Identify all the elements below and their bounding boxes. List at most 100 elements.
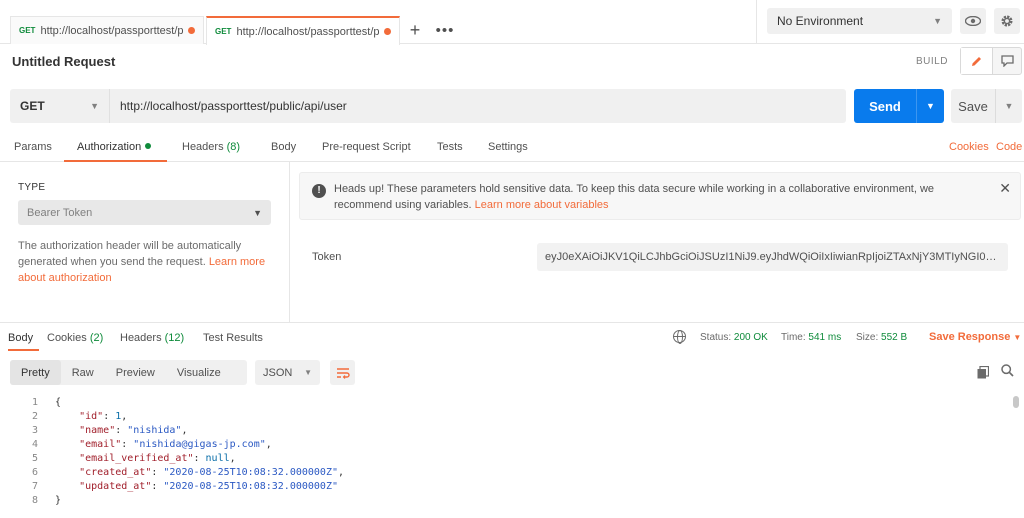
response-headers-label: Headers — [120, 332, 162, 344]
method-select[interactable]: GET ▼ — [10, 89, 110, 123]
view-visualize[interactable]: Visualize — [166, 360, 232, 385]
response-cookies-label: Cookies — [47, 332, 87, 344]
code-line: 5 "email_verified_at": null, — [0, 452, 1012, 466]
search-icon[interactable] — [1001, 364, 1014, 380]
code-line: 2 "id": 1, — [0, 410, 1012, 424]
request-config-tabs: Params Authorization Headers (8) Body Pr… — [0, 134, 1024, 162]
new-tab-plus-icon[interactable]: + — [404, 16, 426, 44]
tab-settings[interactable]: Settings — [488, 134, 528, 162]
save-button-group: Save ▼ — [951, 89, 1022, 123]
status-value: 200 OK — [733, 332, 768, 343]
chevron-down-icon: ▼ — [304, 368, 312, 377]
learn-more-variables-link[interactable]: Learn more about variables — [475, 199, 609, 211]
tab-body[interactable]: Body — [271, 134, 296, 162]
request-title[interactable]: Untitled Request — [12, 54, 115, 69]
line-number: 4 — [31, 439, 38, 450]
chevron-down-icon: ▼ — [1013, 333, 1022, 342]
json-key: "email_verified_at" — [79, 453, 194, 464]
close-icon[interactable]: ✕ — [999, 180, 1011, 197]
auth-type-label: TYPE — [18, 182, 46, 193]
auth-description-text: The authorization header will be automat… — [18, 240, 242, 268]
auth-type-select[interactable]: Bearer Token ▼ — [18, 200, 271, 225]
edit-pencil-icon[interactable] — [961, 48, 993, 74]
cookies-link[interactable]: Cookies — [949, 134, 989, 162]
json-value: "nishida@gigas-jp.com" — [133, 439, 266, 450]
request-tab[interactable]: GET http://localhost/passporttest/p... — [10, 16, 204, 44]
auth-description: The authorization header will be automat… — [18, 238, 278, 286]
comments-icon[interactable] — [993, 48, 1021, 74]
status-label: Status: — [700, 332, 732, 343]
active-dot-icon — [145, 143, 152, 150]
response-body-editor[interactable]: 1{ 2 "id": 1, 3 "name": "nishida", 4 "em… — [0, 396, 1012, 518]
json-key: "updated_at" — [79, 481, 152, 492]
time-label: Time: — [781, 332, 806, 343]
more-tabs-ellipsis-icon[interactable]: ••• — [432, 16, 458, 44]
method-value: GET — [20, 99, 45, 113]
code-line: 4 "email": "nishida@gigas-jp.com", — [0, 438, 1012, 452]
chevron-down-icon: ▼ — [933, 16, 942, 26]
request-tab-active[interactable]: GET http://localhost/passporttest/p... — [206, 16, 400, 45]
tab-tests[interactable]: Tests — [437, 134, 463, 162]
code-line: 6 "created_at": "2020-08-25T10:08:32.000… — [0, 466, 1012, 480]
view-pretty[interactable]: Pretty — [10, 360, 61, 385]
tab-authorization-label: Authorization — [77, 141, 142, 153]
json-key: "email" — [79, 439, 122, 450]
tab-method: GET — [19, 26, 36, 35]
environment-select[interactable]: No Environment ▼ — [767, 8, 952, 34]
environment-value: No Environment — [777, 14, 864, 28]
wrap-lines-icon[interactable] — [330, 360, 355, 385]
globe-icon[interactable] — [673, 330, 686, 344]
format-value: JSON — [263, 366, 293, 379]
line-number: 7 — [31, 481, 38, 492]
response-headers-count: (12) — [164, 332, 185, 344]
json-value: "nishida" — [127, 425, 182, 436]
response-tab-headers[interactable]: Headers (12) — [120, 323, 184, 351]
environment-quick-look-eye-icon[interactable] — [960, 8, 986, 34]
time-readout: Time: 541 ms — [781, 332, 841, 343]
tab-authorization[interactable]: Authorization — [64, 134, 167, 162]
json-key: "name" — [79, 425, 116, 436]
tab-pre-request-script[interactable]: Pre-request Script — [322, 134, 411, 162]
send-button[interactable]: Send — [854, 89, 916, 123]
copy-icon[interactable] — [977, 365, 990, 382]
send-button-group: Send ▼ — [854, 89, 944, 123]
response-tab-cookies[interactable]: Cookies (2) — [47, 323, 103, 351]
manage-environments-gear-icon[interactable] — [994, 8, 1020, 34]
size-value: 552 B — [881, 332, 908, 343]
code-line: 7 "updated_at": "2020-08-25T10:08:32.000… — [0, 480, 1012, 494]
line-number: 8 — [31, 495, 38, 506]
save-response-button[interactable]: Save Response ▼ — [929, 331, 1021, 343]
token-input[interactable]: eyJ0eXAiOiJKV1QiLCJhbGciOiJSUzI1NiJ9.eyJ… — [537, 243, 1008, 271]
view-raw[interactable]: Raw — [61, 360, 105, 385]
format-select[interactable]: JSON ▼ — [255, 360, 320, 385]
tab-method: GET — [215, 27, 232, 36]
chevron-down-icon: ▼ — [90, 101, 99, 111]
auth-type-value: Bearer Token — [27, 206, 93, 219]
save-response-label: Save Response — [929, 331, 1011, 343]
line-number: 3 — [31, 425, 38, 436]
tab-params[interactable]: Params — [14, 134, 52, 162]
view-preview[interactable]: Preview — [105, 360, 166, 385]
divider — [756, 0, 757, 44]
scrollbar-thumb[interactable] — [1013, 396, 1019, 408]
response-tab-body[interactable]: Body — [8, 323, 39, 351]
tab-headers-label: Headers — [182, 141, 224, 153]
alert-text: Heads up! These parameters hold sensitiv… — [334, 183, 935, 211]
unsaved-dot-icon — [188, 27, 195, 34]
code-text: { — [55, 397, 62, 408]
tab-url: http://localhost/passporttest/p... — [40, 24, 185, 37]
save-button[interactable]: Save — [951, 89, 995, 123]
send-options-chevron-down-icon[interactable]: ▼ — [916, 89, 944, 123]
unsaved-dot-icon — [384, 28, 391, 35]
size-readout: Size: 552 B — [856, 332, 907, 343]
code-link[interactable]: Code — [996, 134, 1022, 162]
build-mode-label: BUILD — [916, 56, 948, 67]
response-tab-test-results[interactable]: Test Results — [203, 323, 263, 351]
chevron-down-icon: ▼ — [253, 207, 262, 218]
tab-headers[interactable]: Headers (8) — [182, 134, 240, 162]
alert-message: Heads up! These parameters hold sensitiv… — [334, 181, 974, 213]
save-options-chevron-down-icon[interactable]: ▼ — [995, 89, 1022, 123]
json-value: "2020-08-25T10:08:32.000000Z" — [163, 467, 338, 478]
line-number: 6 — [31, 467, 38, 478]
url-input[interactable]: http://localhost/passporttest/public/api… — [110, 99, 347, 113]
